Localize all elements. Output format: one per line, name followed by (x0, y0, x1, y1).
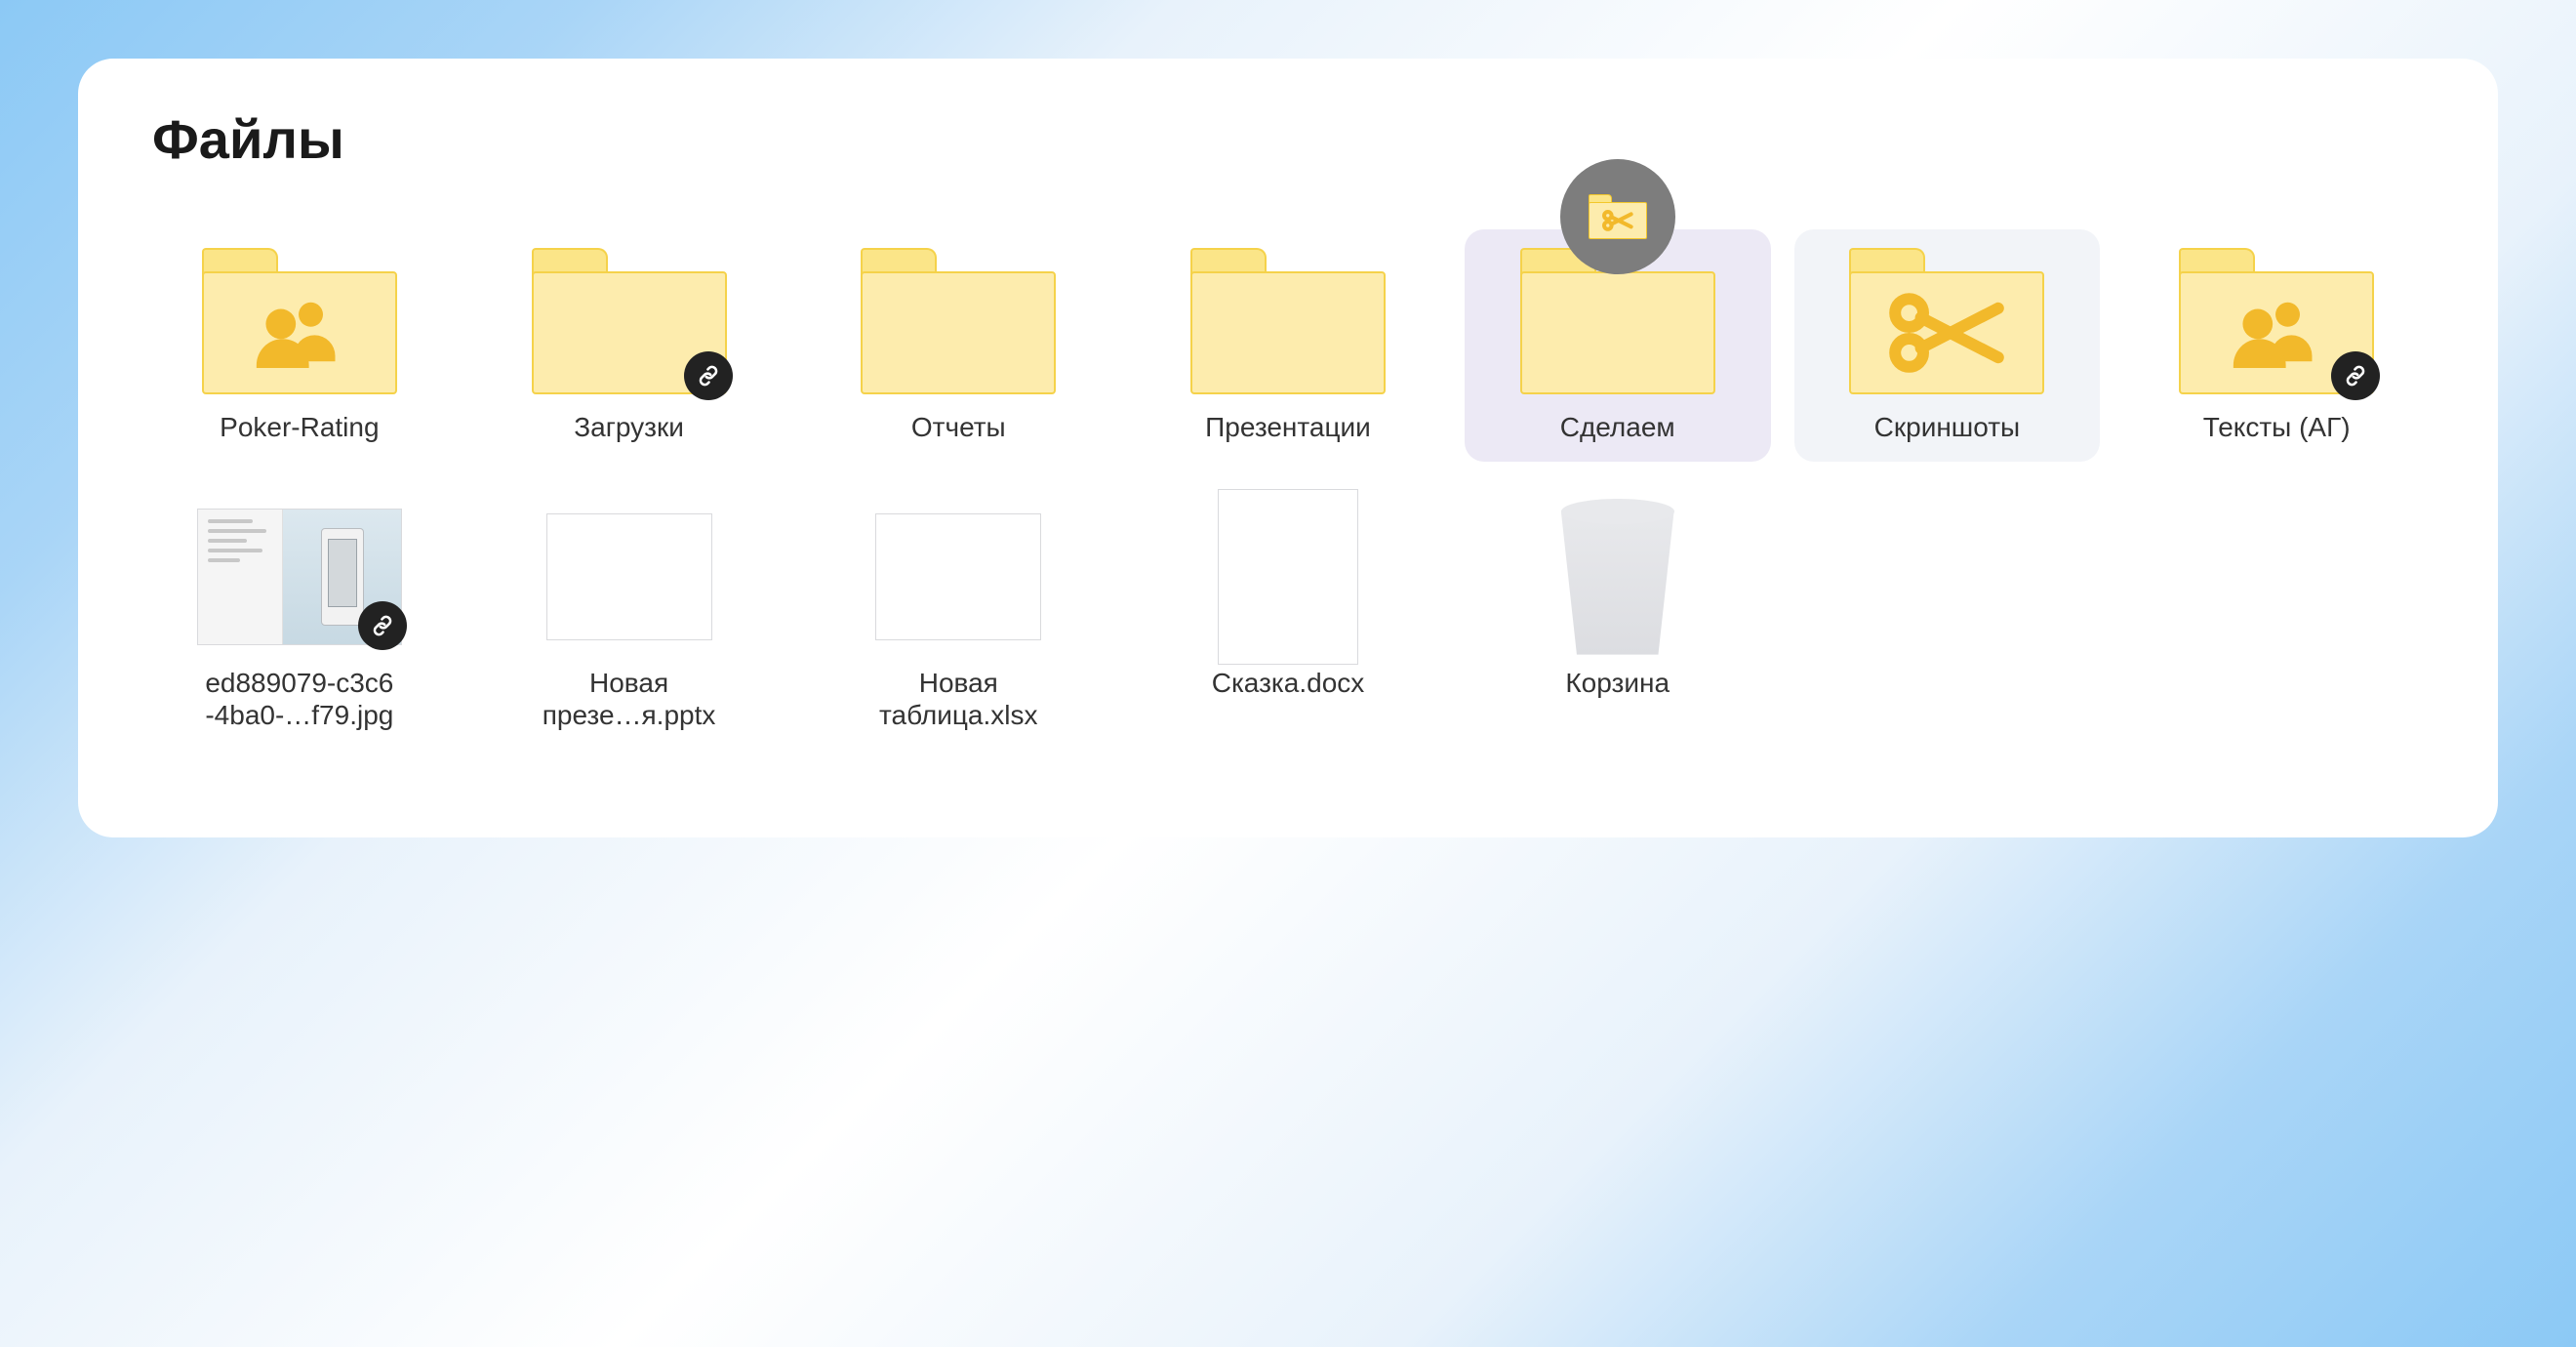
item-label: Скриншоты (1874, 411, 2021, 444)
grid-item[interactable]: Сделаем (1465, 229, 1771, 462)
link-badge-icon (2331, 351, 2380, 400)
item-label: Новая таблица.xlsx (879, 667, 1037, 732)
image-thumbnail[interactable] (197, 499, 402, 655)
drag-cursor-badge (1560, 159, 1675, 274)
item-label: Poker-Rating (220, 411, 379, 444)
grid-item[interactable]: Новая презе…я.pptx (476, 485, 783, 750)
folder-icon (1849, 248, 2044, 394)
file-thumbnail[interactable] (856, 499, 1061, 655)
folder-icon (1190, 248, 1386, 394)
grid-item[interactable]: Корзина (1465, 485, 1771, 750)
folder-icon (202, 248, 397, 394)
file-thumbnail[interactable] (1186, 499, 1390, 655)
item-label: Новая презе…я.pptx (543, 667, 716, 732)
grid-item[interactable]: Отчеты (805, 229, 1111, 462)
item-label: Отчеты (911, 411, 1006, 444)
file-icon (546, 513, 712, 640)
item-label: Корзина (1565, 667, 1670, 700)
no-icon (861, 271, 1056, 394)
grid-item[interactable]: Скриншоты (1794, 229, 2101, 462)
item-label: Загрузки (574, 411, 684, 444)
grid-item[interactable]: Сказка.docx (1135, 485, 1441, 750)
item-label: ed889079-c3c6 -4ba0-…f79.jpg (205, 667, 393, 732)
grid-item[interactable]: Новая таблица.xlsx (805, 485, 1111, 750)
file-thumbnail[interactable] (527, 499, 732, 655)
link-badge-icon (358, 601, 407, 650)
files-grid: Poker-Rating Загрузки Отчеты (146, 229, 2430, 750)
no-icon (1520, 271, 1715, 394)
item-label: Тексты (АГ) (2203, 411, 2351, 444)
folder-icon (532, 248, 727, 394)
folder-thumbnail[interactable] (1844, 243, 2049, 399)
grid-item[interactable]: ed889079-c3c6 -4ba0-…f79.jpg (146, 485, 453, 750)
file-icon (875, 513, 1041, 640)
trash-icon (1554, 499, 1681, 655)
item-label: Презентации (1205, 411, 1371, 444)
grid-item[interactable]: Тексты (АГ) (2123, 229, 2430, 462)
link-badge-icon (684, 351, 733, 400)
grid-item[interactable]: Презентации (1135, 229, 1441, 462)
file-icon (1218, 489, 1358, 665)
folder-icon (2179, 248, 2374, 394)
folder-thumbnail[interactable] (1515, 243, 1720, 399)
image-preview (197, 509, 402, 645)
scissors-icon (1849, 271, 2044, 394)
people-icon (202, 271, 397, 394)
folder-thumbnail[interactable] (2174, 243, 2379, 399)
folder-thumbnail[interactable] (1186, 243, 1390, 399)
item-label: Сделаем (1560, 411, 1675, 444)
page-title: Файлы (152, 107, 2430, 171)
grid-item[interactable]: Poker-Rating (146, 229, 453, 462)
no-icon (1190, 271, 1386, 394)
item-label: Сказка.docx (1212, 667, 1365, 700)
folder-thumbnail[interactable] (856, 243, 1061, 399)
grid-item[interactable]: Загрузки (476, 229, 783, 462)
trash-thumbnail[interactable] (1515, 499, 1720, 655)
files-panel: Файлы Poker-Rating Загрузки (78, 59, 2498, 837)
folder-icon (861, 248, 1056, 394)
folder-thumbnail[interactable] (527, 243, 732, 399)
folder-thumbnail[interactable] (197, 243, 402, 399)
